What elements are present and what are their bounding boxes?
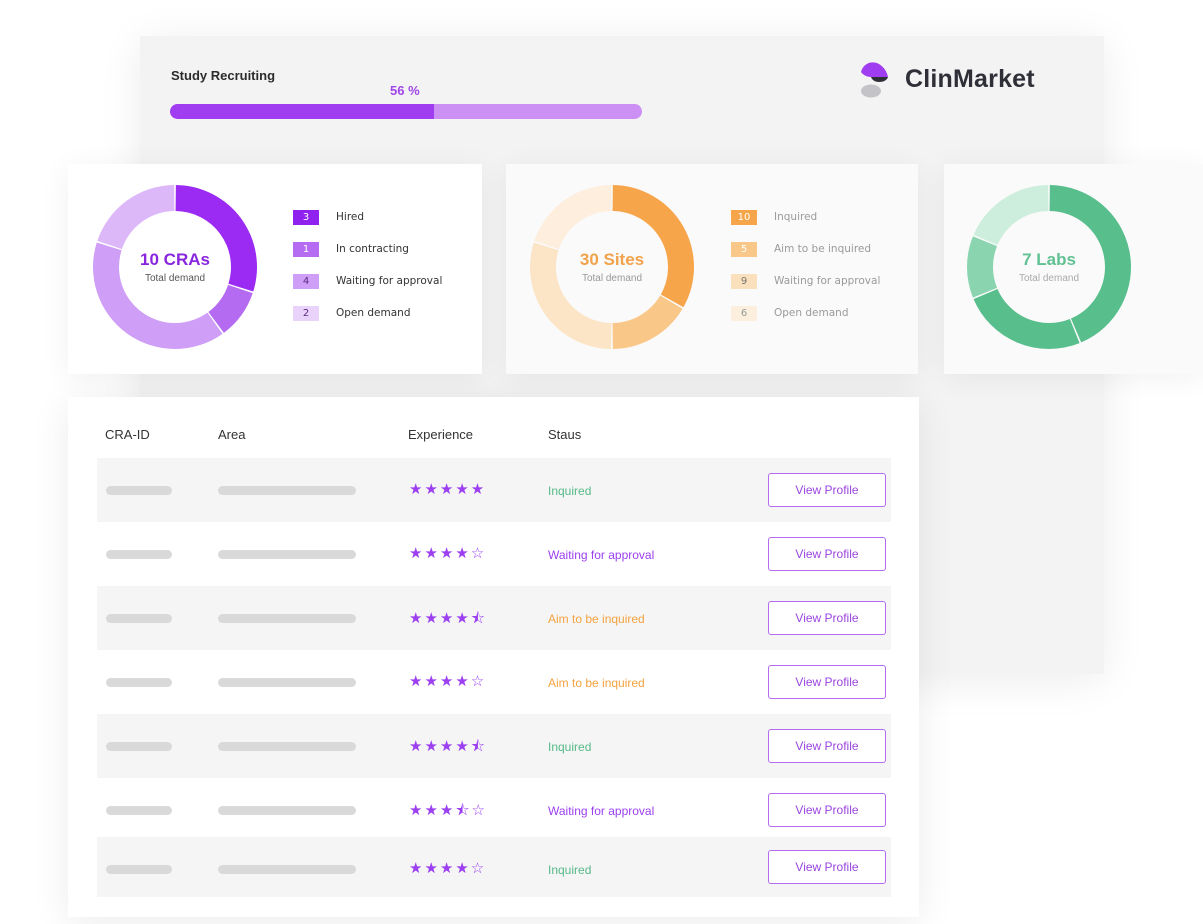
labs-donut-center: 7 Labs Total demand	[989, 250, 1109, 284]
experience-stars: ★★★★☆	[409, 544, 487, 562]
brand-name: ClinMarket	[905, 64, 1035, 93]
column-header-status: Staus	[548, 427, 582, 442]
area-placeholder	[218, 865, 356, 874]
cras-legend: 3 Hired 1 In contracting 4 Waiting for a…	[293, 201, 442, 329]
view-profile-button[interactable]: View Profile	[768, 729, 886, 763]
legend-label: Aim to be inquired	[774, 243, 872, 255]
legend-count: 5	[731, 241, 757, 257]
labs-donut-segment	[973, 288, 1080, 349]
view-profile-button[interactable]: View Profile	[768, 601, 886, 635]
experience-stars: ★★★★☆	[409, 672, 487, 690]
sites-donut-segment	[534, 185, 612, 250]
legend-label: Waiting for approval	[336, 275, 443, 287]
sites-donut-center: 30 Sites Total demand	[552, 250, 672, 284]
legend-count: 10	[731, 209, 757, 225]
column-header-experience: Experience	[408, 427, 474, 442]
legend-item-waiting-for-approval: 4 Waiting for approval	[293, 265, 442, 297]
status-text: Inquired	[548, 484, 592, 498]
cra-id-placeholder	[106, 742, 172, 751]
table-row: ★★★★⯪ Inquired View Profile	[97, 714, 891, 778]
sites-donut-segment	[612, 185, 694, 308]
cras-total-label: Total demand	[144, 273, 206, 284]
legend-count: 9	[731, 273, 757, 289]
labs-summary-card: 7 Labs Total demand	[944, 164, 1203, 374]
table-row: ★★★★☆ Waiting for approval View Profile	[97, 522, 891, 586]
legend-label: Hired	[336, 211, 365, 223]
sites-total-label: Total demand	[581, 273, 643, 284]
cra-id-placeholder	[106, 678, 172, 687]
view-profile-button[interactable]: View Profile	[768, 537, 886, 571]
study-progress-bar	[170, 104, 642, 119]
view-profile-button[interactable]: View Profile	[768, 793, 886, 827]
cra-id-placeholder	[106, 486, 172, 495]
cras-donut-center: 10 CRAs Total demand	[115, 250, 235, 284]
status-text: Inquired	[548, 740, 592, 754]
table-row: ★★★⯪☆ Waiting for approval View Profile	[97, 778, 891, 842]
labs-total-value: 7 Labs	[1022, 250, 1076, 269]
area-placeholder	[218, 550, 356, 559]
sites-total-value: 30 Sites	[579, 250, 645, 269]
view-profile-button[interactable]: View Profile	[768, 850, 886, 884]
table-row: ★★★★⯪ Aim to be inquired View Profile	[97, 586, 891, 650]
legend-label: Open demand	[774, 307, 849, 319]
column-header-cra-id: CRA-ID	[105, 427, 150, 442]
legend-label: Open demand	[336, 307, 411, 319]
status-text: Inquired	[548, 863, 592, 877]
table-row: ★★★★☆ Inquired View Profile	[97, 837, 891, 897]
cras-total-value: 10 CRAs	[140, 250, 210, 269]
view-profile-button[interactable]: View Profile	[768, 665, 886, 699]
experience-stars: ★★★★⯪	[409, 737, 487, 755]
legend-item-open-demand: 6 Open demand	[731, 297, 880, 329]
table-row: ★★★★★ Inquired View Profile	[97, 458, 891, 522]
legend-item-hired: 3 Hired	[293, 201, 442, 233]
labs-total-label: Total demand	[1018, 273, 1080, 284]
legend-count: 6	[731, 305, 757, 321]
legend-item-inquired: 10 Inquired	[731, 201, 880, 233]
status-text: Waiting for approval	[548, 548, 655, 562]
cra-id-placeholder	[106, 550, 172, 559]
legend-label: Inquired	[774, 211, 818, 223]
cra-id-placeholder	[106, 806, 172, 815]
status-text: Aim to be inquired	[548, 612, 645, 626]
experience-stars: ★★★⯪☆	[409, 801, 487, 819]
area-placeholder	[218, 742, 356, 751]
legend-item-waiting-for-approval: 9 Waiting for approval	[731, 265, 880, 297]
experience-stars: ★★★★⯪	[409, 609, 487, 627]
status-text: Waiting for approval	[548, 804, 655, 818]
cra-id-placeholder	[106, 614, 172, 623]
sites-summary-card: 30 Sites Total demand 10 Inquired 5 Aim …	[506, 164, 918, 374]
area-placeholder	[218, 486, 356, 495]
experience-stars: ★★★★★	[409, 480, 487, 498]
legend-item-aim-to-be-inquired: 5 Aim to be inquired	[731, 233, 880, 265]
legend-count: 2	[293, 305, 319, 321]
cra-table: CRA-ID Area Experience Staus ★★★★★ Inqui…	[68, 397, 919, 917]
area-placeholder	[218, 806, 356, 815]
status-text: Aim to be inquired	[548, 676, 645, 690]
legend-item-open-demand: 2 Open demand	[293, 297, 442, 329]
legend-count: 1	[293, 241, 319, 257]
area-placeholder	[218, 678, 356, 687]
table-row: ★★★★☆ Aim to be inquired View Profile	[97, 650, 891, 714]
legend-label: In contracting	[336, 243, 409, 255]
sites-legend: 10 Inquired 5 Aim to be inquired 9 Waiti…	[731, 201, 880, 329]
clinmarket-logo-icon	[861, 62, 888, 98]
labs-donut-segment	[973, 185, 1049, 246]
view-profile-button[interactable]: View Profile	[768, 473, 886, 507]
cras-summary-card: 10 CRAs Total demand 3 Hired 1 In contra…	[68, 164, 482, 374]
clinmarket-logo: ClinMarket	[857, 60, 1035, 98]
study-progress-fill	[170, 104, 435, 119]
legend-count: 4	[293, 273, 319, 289]
column-header-area: Area	[218, 427, 246, 442]
cras-donut-segment	[97, 185, 175, 250]
legend-label: Waiting for approval	[774, 275, 881, 287]
legend-item-in-contracting: 1 In contracting	[293, 233, 442, 265]
experience-stars: ★★★★☆	[409, 859, 487, 877]
sites-donut-segment	[612, 295, 683, 349]
cra-id-placeholder	[106, 865, 172, 874]
legend-count: 3	[293, 209, 319, 225]
study-recruiting-label: Study Recruiting	[171, 68, 276, 83]
area-placeholder	[218, 614, 356, 623]
progress-percentage: 56 %	[390, 83, 420, 98]
